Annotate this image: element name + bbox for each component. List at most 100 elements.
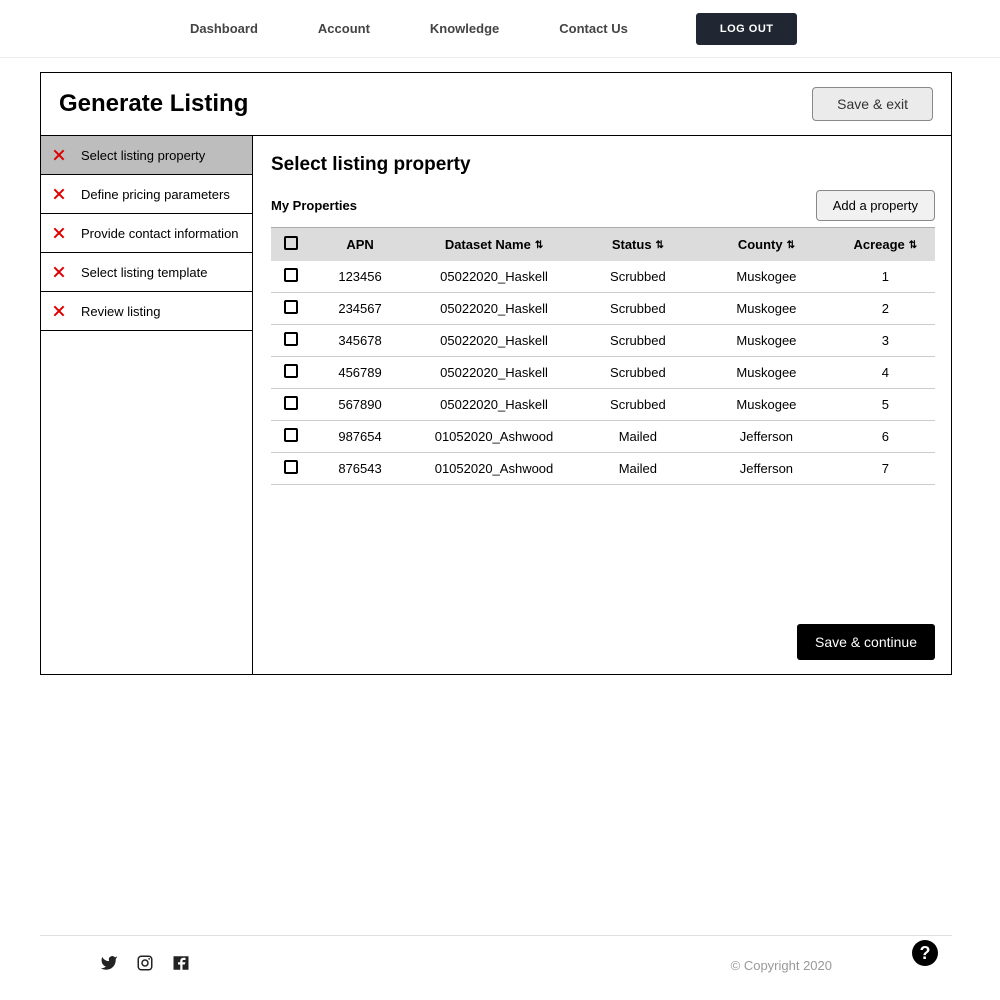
cell-status: Mailed (579, 421, 698, 453)
column-apn[interactable]: APN (311, 228, 410, 262)
cell-county: Muskogee (697, 389, 835, 421)
table-subtitle: My Properties (271, 198, 357, 213)
column-dataset-name[interactable]: Dataset Name⇅ (410, 228, 579, 262)
table-row: 34567805022020_HaskellScrubbedMuskogee3 (271, 325, 935, 357)
cell-apn: 876543 (311, 453, 410, 485)
table-row: 12345605022020_HaskellScrubbedMuskogee1 (271, 261, 935, 293)
sidebar-step[interactable]: Provide contact information (41, 214, 252, 253)
cell-county: Muskogee (697, 357, 835, 389)
cell-apn: 456789 (311, 357, 410, 389)
cell-acreage: 3 (836, 325, 935, 357)
help-button[interactable]: ? (912, 940, 938, 966)
sidebar-step-label: Define pricing parameters (81, 187, 230, 202)
table-row: 56789005022020_HaskellScrubbedMuskogee5 (271, 389, 935, 421)
save-exit-button[interactable]: Save & exit (812, 87, 933, 121)
cell-apn: 987654 (311, 421, 410, 453)
cell-apn: 123456 (311, 261, 410, 293)
footer: © Copyright 2020 (40, 935, 952, 995)
cell-county: Jefferson (697, 421, 835, 453)
sidebar-step-label: Provide contact information (81, 226, 239, 241)
x-icon (51, 225, 67, 241)
nav-knowledge[interactable]: Knowledge (430, 21, 499, 36)
cell-status: Mailed (579, 453, 698, 485)
properties-table: APN Dataset Name⇅ Status⇅ County⇅ Acreag… (271, 227, 935, 485)
table-header-row: My Properties Add a property (271, 190, 935, 221)
cell-county: Muskogee (697, 261, 835, 293)
column-acreage[interactable]: Acreage⇅ (836, 228, 935, 262)
cell-acreage: 5 (836, 389, 935, 421)
cell-dataset: 01052020_Ashwood (410, 453, 579, 485)
panel-body: Select listing property Define pricing pa… (41, 136, 951, 674)
cell-acreage: 2 (836, 293, 935, 325)
cell-status: Scrubbed (579, 357, 698, 389)
cell-acreage: 6 (836, 421, 935, 453)
sort-icon: ⇅ (656, 240, 664, 251)
cell-county: Muskogee (697, 293, 835, 325)
content-area: Select listing property My Properties Ad… (253, 136, 951, 674)
save-continue-button[interactable]: Save & continue (797, 624, 935, 660)
select-all-checkbox[interactable] (284, 236, 298, 250)
cell-status: Scrubbed (579, 293, 698, 325)
social-links (100, 954, 190, 977)
sidebar-step[interactable]: Select listing template (41, 253, 252, 292)
cell-apn: 345678 (311, 325, 410, 357)
table-row: 23456705022020_HaskellScrubbedMuskogee2 (271, 293, 935, 325)
row-checkbox[interactable] (284, 364, 298, 378)
facebook-icon[interactable] (172, 954, 190, 977)
sidebar-step-label: Select listing property (81, 148, 205, 163)
cell-apn: 234567 (311, 293, 410, 325)
column-status[interactable]: Status⇅ (579, 228, 698, 262)
add-property-button[interactable]: Add a property (816, 190, 935, 221)
nav-dashboard[interactable]: Dashboard (190, 21, 258, 36)
panel-header: Generate Listing Save & exit (41, 73, 951, 136)
sidebar-step-label: Select listing template (81, 265, 207, 280)
cell-county: Muskogee (697, 325, 835, 357)
cell-status: Scrubbed (579, 325, 698, 357)
nav-account[interactable]: Account (318, 21, 370, 36)
nav-contact-us[interactable]: Contact Us (559, 21, 628, 36)
table-header: APN Dataset Name⇅ Status⇅ County⇅ Acreag… (271, 228, 935, 262)
sidebar-step[interactable]: Review listing (41, 292, 252, 331)
cell-dataset: 05022020_Haskell (410, 261, 579, 293)
column-county[interactable]: County⇅ (697, 228, 835, 262)
row-checkbox[interactable] (284, 460, 298, 474)
cell-dataset: 05022020_Haskell (410, 389, 579, 421)
sort-icon: ⇅ (787, 240, 795, 251)
table-row: 87654301052020_AshwoodMailedJefferson7 (271, 453, 935, 485)
logout-button[interactable]: LOG OUT (696, 13, 798, 45)
row-checkbox[interactable] (284, 268, 298, 282)
table-row: 98765401052020_AshwoodMailedJefferson6 (271, 421, 935, 453)
content-title: Select listing property (271, 154, 935, 176)
page-title: Generate Listing (59, 90, 248, 118)
cell-dataset: 05022020_Haskell (410, 293, 579, 325)
main-panel: Generate Listing Save & exit Select list… (40, 72, 952, 675)
cell-status: Scrubbed (579, 261, 698, 293)
x-icon (51, 147, 67, 163)
top-nav: Dashboard Account Knowledge Contact Us L… (0, 0, 1000, 58)
copyright-text: © Copyright 2020 (731, 958, 832, 973)
cell-acreage: 7 (836, 453, 935, 485)
sort-icon: ⇅ (535, 240, 543, 251)
x-icon (51, 303, 67, 319)
x-icon (51, 264, 67, 280)
sidebar-step-label: Review listing (81, 304, 160, 319)
row-checkbox[interactable] (284, 300, 298, 314)
twitter-icon[interactable] (100, 954, 118, 977)
cell-dataset: 05022020_Haskell (410, 357, 579, 389)
row-checkbox[interactable] (284, 332, 298, 346)
cell-dataset: 01052020_Ashwood (410, 421, 579, 453)
cell-acreage: 1 (836, 261, 935, 293)
x-icon (51, 186, 67, 202)
row-checkbox[interactable] (284, 428, 298, 442)
cell-acreage: 4 (836, 357, 935, 389)
cell-county: Jefferson (697, 453, 835, 485)
sort-icon: ⇅ (909, 240, 917, 251)
wizard-sidebar: Select listing property Define pricing pa… (41, 136, 253, 674)
row-checkbox[interactable] (284, 396, 298, 410)
cell-apn: 567890 (311, 389, 410, 421)
sidebar-step[interactable]: Define pricing parameters (41, 175, 252, 214)
table-row: 45678905022020_HaskellScrubbedMuskogee4 (271, 357, 935, 389)
instagram-icon[interactable] (136, 954, 154, 977)
cell-dataset: 05022020_Haskell (410, 325, 579, 357)
sidebar-step[interactable]: Select listing property (41, 136, 252, 175)
